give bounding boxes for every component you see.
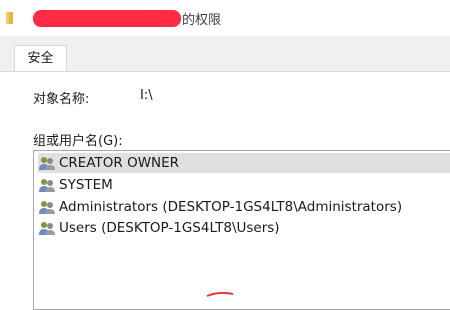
title-bar: 的权限 — [0, 0, 450, 36]
list-item-label: Users (DESKTOP-1GS4LT8\Users) — [59, 220, 280, 236]
window-title: 的权限 — [182, 13, 222, 28]
tab-security[interactable]: 安全 — [14, 45, 67, 72]
list-item-label: SYSTEM — [59, 177, 113, 193]
users-icon — [39, 179, 55, 192]
list-item-users[interactable]: Users (DESKTOP-1GS4LT8\Users) — [38, 218, 450, 238]
permissions-dialog: 的权限 安全 对象名称: I:\ 组或用户名(G): CREATOR OWNER… — [0, 0, 450, 310]
object-name-label: 对象名称: — [33, 92, 90, 107]
list-item-administrators[interactable]: Administrators (DESKTOP-1GS4LT8\Administ… — [38, 197, 450, 217]
list-item-label: CREATOR OWNER — [59, 155, 180, 171]
folder-icon — [6, 12, 13, 24]
red-annotation-mark — [206, 291, 234, 297]
object-name-value: I:\ — [140, 88, 153, 103]
users-icon — [39, 157, 55, 170]
group-user-list[interactable]: CREATOR OWNER SYSTEM Administrators (DES… — [33, 150, 450, 310]
redacted-object-name — [33, 10, 181, 27]
tab-strip: 安全 — [0, 36, 450, 72]
users-icon — [39, 201, 55, 214]
groups-label: 组或用户名(G): — [33, 134, 123, 149]
list-item-label: Administrators (DESKTOP-1GS4LT8\Administ… — [59, 199, 403, 215]
list-item-creator-owner[interactable]: CREATOR OWNER — [38, 153, 450, 173]
users-icon — [39, 222, 55, 235]
list-item-system[interactable]: SYSTEM — [38, 175, 450, 195]
